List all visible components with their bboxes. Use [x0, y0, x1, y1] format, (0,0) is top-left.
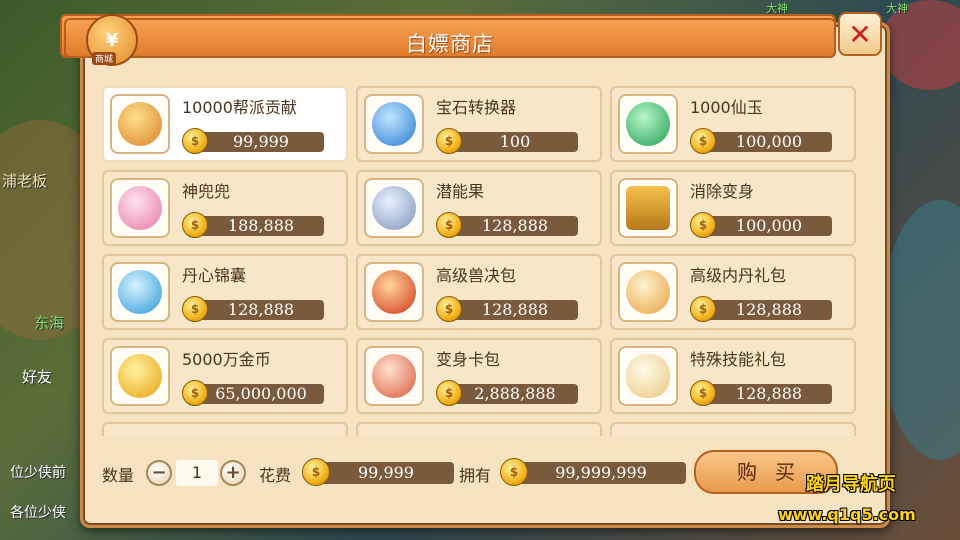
item-name: 宝石转换器 [436, 98, 517, 117]
coin-icon: $ [436, 128, 462, 154]
item-card[interactable]: 丹心锦囊 128,888 $ [102, 254, 348, 330]
item-name: 神兜兜 [182, 182, 231, 201]
item-price: 100,000 [706, 216, 832, 236]
item-price: 188,888 [198, 216, 324, 236]
item-price: 128,888 [452, 300, 578, 320]
coin-icon: $ [436, 380, 462, 406]
guild-contribution-icon [110, 94, 170, 154]
chat-line: 位少侠前 [10, 465, 66, 481]
item-name: 丹心锦囊 [182, 266, 247, 285]
item-card[interactable]: 高级内丹礼包 128,888 $ [610, 254, 856, 330]
owned-value: 99,999,999 [516, 462, 686, 484]
coin-icon: $ [690, 128, 716, 154]
item-card[interactable] [102, 422, 348, 436]
item-price: 128,888 [706, 384, 832, 404]
item-card[interactable] [610, 422, 856, 436]
potential-fruit-icon [364, 178, 424, 238]
item-card[interactable]: 变身卡包 2,888,888 $ [356, 338, 602, 414]
owned-label: 拥有 [459, 466, 492, 485]
item-name: 高级兽决包 [436, 266, 517, 285]
pouch-icon [110, 178, 170, 238]
player-title: 大神 [886, 2, 908, 15]
jade-icon [618, 94, 678, 154]
item-card[interactable]: 高级兽决包 128,888 $ [356, 254, 602, 330]
watermark-url: www.q1q5.com [778, 505, 916, 524]
watermark-title: 踏月导航页 [806, 474, 896, 495]
item-name: 消除变身 [690, 182, 755, 201]
item-name: 变身卡包 [436, 350, 501, 369]
item-grid[interactable]: 10000帮派贡献 99,999 $ 宝石转换器 100 $ 1000仙玉 10… [100, 86, 860, 436]
item-name: 高级内丹礼包 [690, 266, 787, 285]
item-name: 1000仙玉 [690, 98, 763, 117]
item-card[interactable] [356, 422, 602, 436]
coin-icon: $ [302, 458, 330, 486]
item-price: 100 [452, 132, 578, 152]
remove-transform-card-icon [618, 178, 678, 238]
item-price: 65,000,000 [198, 384, 324, 404]
item-card[interactable]: 5000万金币 65,000,000 $ [102, 338, 348, 414]
quantity-label: 数量 [102, 466, 135, 485]
coin-icon: $ [182, 128, 208, 154]
coin-icon: $ [690, 296, 716, 322]
cost-value: 99,999 [318, 462, 454, 484]
item-price: 128,888 [706, 300, 832, 320]
item-price: 128,888 [452, 216, 578, 236]
beast-skill-pack-icon [364, 262, 424, 322]
item-card[interactable]: 潜能果 128,888 $ [356, 170, 602, 246]
coin-icon: $ [500, 458, 528, 486]
gold-coin-icon [110, 346, 170, 406]
shop-header: 白嫖商店 [64, 18, 836, 58]
item-card[interactable]: 神兜兜 188,888 $ [102, 170, 348, 246]
coin-icon: $ [436, 296, 462, 322]
coin-icon: $ [436, 212, 462, 238]
item-name: 10000帮派贡献 [182, 98, 297, 117]
cost-label: 花费 [259, 466, 292, 485]
item-card[interactable]: 消除变身 100,000 $ [610, 170, 856, 246]
coin-icon: $ [182, 212, 208, 238]
transform-card-pack-icon [364, 346, 424, 406]
item-name: 5000万金币 [182, 350, 271, 369]
item-card[interactable]: 特殊技能礼包 128,888 $ [610, 338, 856, 414]
item-name: 潜能果 [436, 182, 485, 201]
item-card[interactable]: 10000帮派贡献 99,999 $ [102, 86, 348, 162]
item-price: 128,888 [198, 300, 324, 320]
quantity-input[interactable]: 1 [176, 460, 218, 486]
npc-name: 浦老板 [2, 172, 48, 190]
item-card[interactable]: 1000仙玉 100,000 $ [610, 86, 856, 162]
gem-converter-icon [364, 94, 424, 154]
item-name: 特殊技能礼包 [690, 350, 787, 369]
chat-line: 各位少侠 [10, 505, 66, 521]
special-skill-pack-icon [618, 346, 678, 406]
inner-pill-pack-icon [618, 262, 678, 322]
npc-name: 东海 [34, 314, 65, 332]
item-card[interactable]: 宝石转换器 100 $ [356, 86, 602, 162]
shop-badge-label: 商城 [92, 52, 117, 65]
background-scene [880, 200, 960, 460]
item-price: 2,888,888 [452, 384, 578, 404]
close-button[interactable]: ✕ [838, 12, 882, 56]
friends-label[interactable]: 好友 [22, 366, 52, 387]
increase-quantity-button[interactable]: + [220, 460, 246, 486]
close-icon: ✕ [848, 17, 872, 51]
coin-icon: $ [182, 296, 208, 322]
coin-icon: $ [690, 212, 716, 238]
coin-icon: $ [690, 380, 716, 406]
item-price: 99,999 [198, 132, 324, 152]
decrease-quantity-button[interactable]: − [146, 460, 172, 486]
item-price: 100,000 [706, 132, 832, 152]
shop-title: 白嫖商店 [406, 32, 494, 56]
brocade-bag-icon [110, 262, 170, 322]
coin-icon: $ [182, 380, 208, 406]
